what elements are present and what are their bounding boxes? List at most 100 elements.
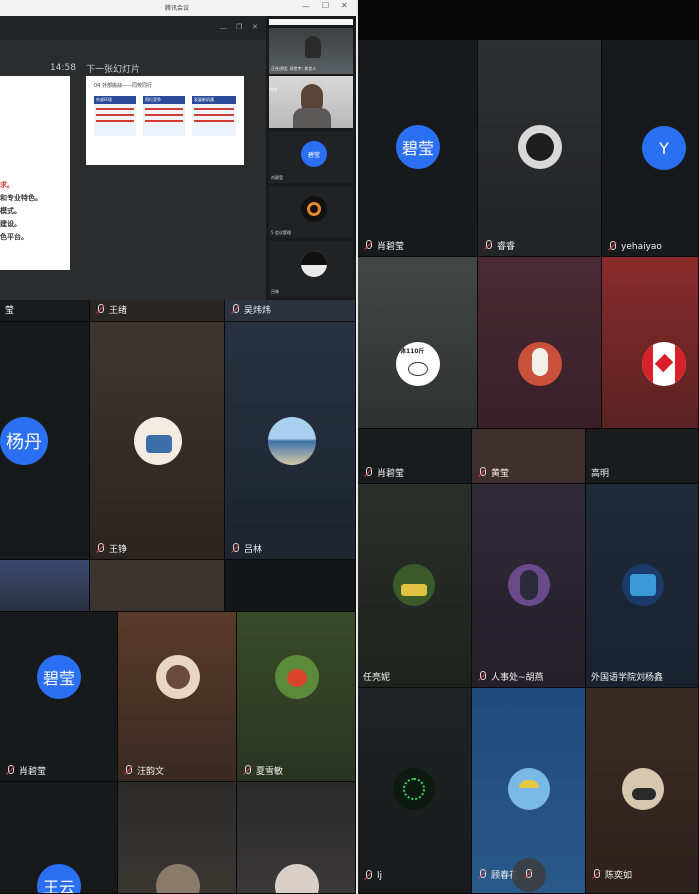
participant-avatar	[393, 768, 435, 810]
video-tile[interactable]: 王云	[0, 782, 118, 894]
sidebar-video-tile[interactable]: 何鸿	[269, 76, 353, 128]
video-tile[interactable]	[237, 782, 356, 894]
sidebar-video-tile[interactable]: 5 会议管理	[269, 186, 353, 238]
video-tile[interactable]	[602, 257, 699, 429]
top-bar	[358, 0, 699, 40]
video-tile[interactable]: 夏雪敏	[237, 612, 356, 782]
participant-body	[293, 108, 331, 128]
participant-name-label: 夏雪敏	[256, 767, 284, 777]
participant-avatar	[156, 655, 200, 699]
participant-name-label: 肖碧莹	[377, 469, 405, 479]
sidebar-video-tile[interactable]: 正在讲话: 邓世宇; 发言人	[269, 28, 353, 74]
participant-name: 陈奕如	[591, 868, 632, 881]
photo-icon	[630, 574, 656, 596]
slide-line: 模式。	[0, 207, 21, 215]
photo-icon	[301, 251, 327, 265]
restore-icon[interactable]: ❐	[236, 23, 242, 31]
rabbit-icon	[532, 348, 548, 376]
participant-name: 任亮妮	[363, 670, 390, 683]
participant-name-label: 高明	[591, 469, 610, 479]
mic-muted-icon	[363, 467, 374, 478]
video-tile[interactable]: 陈奕如	[586, 688, 699, 894]
participant-avatar: 碧莹	[396, 125, 440, 169]
close-icon[interactable]: ✕	[252, 23, 258, 31]
preview-column-title: 外部环境	[94, 96, 136, 104]
avatar-text: Y	[659, 138, 669, 158]
presenter-view: — ❐ ✕ 14:58 下一张幻灯片 求。 和专业特色。 模式。 建设。 色平台…	[0, 16, 266, 300]
preview-column-title: 同行竞争	[143, 96, 185, 104]
participant-name: 汪韵文	[123, 764, 164, 777]
video-tile[interactable]: 肖碧莹	[358, 429, 472, 484]
video-tile[interactable]	[118, 782, 237, 894]
slide-line: 求。	[0, 181, 14, 189]
participant-avatar: 王云	[37, 864, 81, 893]
participant-avatar	[518, 342, 562, 386]
video-tile[interactable]: 王铮	[90, 322, 225, 560]
flag-icon	[675, 342, 686, 386]
participant-avatar: Y	[642, 126, 686, 170]
participant-name: 王绪	[95, 303, 127, 316]
participant-avatar	[622, 768, 664, 810]
video-tile[interactable]: 外国语学院刘杨鑫	[586, 484, 699, 688]
participant-name-label: lj	[377, 870, 383, 881]
next-slide-label: 下一张幻灯片	[86, 65, 141, 75]
video-tile[interactable]	[478, 257, 602, 429]
video-tile[interactable]: 杨丹	[0, 322, 90, 560]
video-tile[interactable]: 体110斤	[358, 257, 478, 429]
participant-avatar	[275, 655, 319, 699]
video-tile[interactable]: 黄莹	[472, 429, 586, 484]
participant-avatar: 碧莹	[37, 655, 81, 699]
video-tile[interactable]: 汪韵文	[118, 612, 237, 782]
avatar-text: 杨丹	[6, 432, 42, 453]
participant-avatar	[301, 251, 327, 277]
video-tile[interactable]: 高明	[586, 429, 699, 484]
video-tile[interactable]: 人事处~胡燕	[472, 484, 586, 688]
preview-line	[145, 120, 183, 122]
participant-name-label: 吴炜炜	[244, 306, 272, 316]
participant-name-label: 肖碧莹	[377, 242, 405, 252]
slide-line: 建设。	[0, 220, 21, 228]
video-tile[interactable]: 睿睿	[478, 40, 602, 257]
participant-name: 何鸿	[269, 87, 277, 92]
close-icon[interactable]: ✕	[341, 1, 348, 10]
video-tile[interactable]: Y yehaiyao	[602, 40, 699, 257]
video-tile[interactable]: 莹	[0, 300, 90, 322]
video-tile[interactable]: lj	[358, 688, 472, 894]
participant-avatar	[393, 564, 435, 606]
preview-column: 同行竞争	[143, 96, 185, 136]
participant-avatar	[518, 125, 562, 169]
participant-name-label: yehaiyao	[621, 241, 662, 252]
participant-name-label: 何鸿	[269, 87, 277, 92]
participant-name-label: 莹	[5, 306, 15, 316]
slide-line: 色平台。	[0, 233, 28, 241]
participant-name-label: 吕林	[244, 545, 263, 555]
video-tile[interactable]	[90, 560, 225, 612]
avatar-text: 碧莹	[42, 669, 75, 688]
video-tile[interactable]	[0, 560, 90, 612]
video-tile[interactable]: 碧莹 肖碧莹	[0, 612, 118, 782]
photo-icon	[401, 584, 427, 596]
maple-leaf-icon	[654, 353, 674, 373]
video-tile[interactable]: 王绪	[90, 300, 225, 322]
participant-name-label: 汪韵文	[137, 767, 165, 777]
sidebar-video-tile[interactable]: 吕林	[269, 241, 353, 297]
video-tile[interactable]: 吕林	[225, 322, 356, 560]
participant-name-label: 任亮妮	[363, 673, 391, 683]
maximize-icon[interactable]: ☐	[322, 1, 329, 10]
video-tile[interactable]: 顾春花	[472, 688, 586, 894]
preview-line	[96, 120, 134, 122]
participant-name-label: 人事处~胡燕	[491, 673, 544, 683]
avatar-text: 碧莹	[307, 151, 320, 159]
mute-toggle-button[interactable]	[512, 858, 546, 892]
minimize-icon[interactable]: —	[302, 2, 310, 11]
sidebar-video-tile[interactable]: 碧莹 肖碧莹	[269, 131, 353, 183]
video-tile[interactable]: 吴炜炜	[225, 300, 356, 322]
minimize-icon[interactable]: —	[220, 24, 227, 32]
next-slide-preview[interactable]: 04 外部挑战——同校同行 外部环境 同行竞争 发展新机遇	[86, 76, 244, 165]
participant-name: 肖碧莹	[363, 239, 404, 252]
preview-line	[96, 108, 134, 110]
mic-muted-icon	[242, 765, 253, 776]
video-tile[interactable]	[225, 560, 356, 612]
video-tile[interactable]: 任亮妮	[358, 484, 472, 688]
video-tile[interactable]: 碧莹 肖碧莹	[358, 40, 478, 257]
